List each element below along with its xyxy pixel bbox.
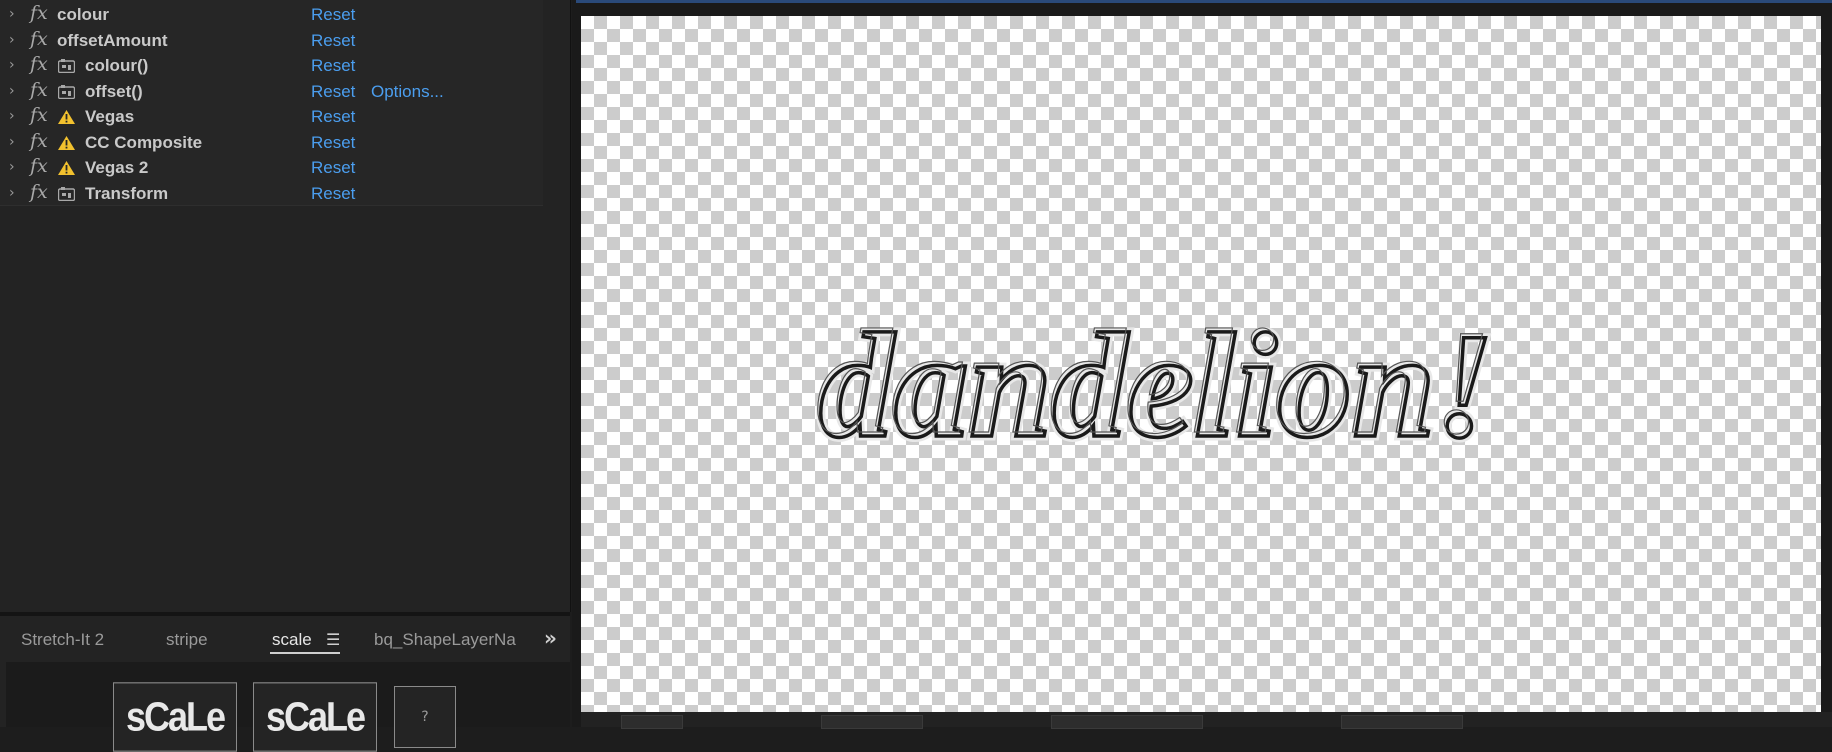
scale-button-1[interactable]: sCaLe: [113, 682, 237, 752]
chevron-right-icon[interactable]: ›: [9, 185, 15, 201]
scale-button-2[interactable]: sCaLe: [253, 682, 377, 752]
chevron-right-icon[interactable]: ›: [9, 108, 15, 124]
effects-list: › fx colour Reset › fx offsetAmount Reset › fx col…: [0, 0, 543, 206]
effect-name: offsetAmount: [57, 30, 168, 50]
chevron-right-icon[interactable]: ›: [9, 83, 15, 99]
canvas-main-text-offset: dandelion!: [816, 299, 1491, 456]
reset-link[interactable]: Reset: [311, 107, 355, 127]
tab-scale[interactable]: scale: [272, 630, 312, 650]
effect-name: colour(): [85, 56, 149, 75]
composition-canvas[interactable]: dandelion! dandelion! dandelion! to case: [581, 16, 1821, 712]
effect-row[interactable]: › fx colour() Reset: [0, 53, 543, 79]
preset-icon: [58, 84, 75, 99]
effect-controls-panel: › fx colour Reset › fx offsetAmount Reset › fx col…: [0, 0, 571, 612]
warning-icon: [58, 161, 75, 175]
menu-icon[interactable]: ☰: [326, 630, 340, 649]
tab-bar: Stretch-It 2 stripe scale ☰ bq_ShapeLaye…: [0, 616, 570, 656]
fx-icon[interactable]: fx: [30, 181, 48, 203]
fx-icon[interactable]: fx: [30, 53, 48, 75]
preset-icon: [58, 186, 75, 201]
tab-stretch-it-2[interactable]: Stretch-It 2: [21, 630, 104, 650]
active-tab-underline: [270, 652, 340, 654]
preset-icon: [58, 59, 75, 73]
fx-icon[interactable]: fx: [30, 28, 48, 50]
chevron-right-icon[interactable]: ›: [9, 6, 15, 22]
effect-row[interactable]: › fx colour Reset: [0, 2, 543, 28]
fx-icon[interactable]: fx: [30, 130, 48, 152]
effect-row[interactable]: › fx offset() Reset Options...: [0, 79, 543, 105]
fx-icon[interactable]: fx: [30, 79, 48, 101]
effect-name: offset(): [85, 81, 143, 101]
reset-link[interactable]: Reset: [311, 56, 355, 76]
tab-bq-shapelayername[interactable]: bq_ShapeLayerNa: [374, 630, 516, 650]
tab-stripe[interactable]: stripe: [166, 630, 208, 650]
reset-link[interactable]: Reset: [311, 184, 355, 204]
effect-name: CC Composite: [85, 132, 203, 152]
effect-row[interactable]: › fx CC Composite Reset: [0, 130, 543, 156]
reset-link[interactable]: Reset: [311, 5, 355, 25]
fx-icon[interactable]: fx: [30, 155, 48, 177]
scale-panel: Stretch-It 2 stripe scale ☰ bq_ShapeLaye…: [0, 616, 570, 752]
effect-row[interactable]: › fx Transform Reset: [0, 181, 543, 207]
effect-name: Vegas: [85, 107, 135, 126]
effect-name: Vegas 2: [85, 158, 149, 177]
chevron-right-icon[interactable]: ›: [9, 159, 15, 175]
reset-link[interactable]: Reset: [311, 82, 355, 102]
chevron-right-icon[interactable]: ›: [9, 57, 15, 73]
reset-link[interactable]: Reset: [311, 158, 355, 178]
fx-icon[interactable]: fx: [30, 2, 48, 24]
effect-name: colour: [57, 5, 109, 24]
warning-icon: [58, 135, 75, 150]
effect-row[interactable]: › fx offsetAmount Reset: [0, 28, 543, 54]
chevron-right-icon[interactable]: ›: [9, 32, 15, 48]
effect-row[interactable]: › fx Vegas 2 Reset: [0, 155, 543, 181]
reset-link[interactable]: Reset: [311, 133, 355, 153]
fx-icon[interactable]: fx: [30, 104, 48, 126]
dandelion-text-layer[interactable]: dandelion! dandelion! dandelion! to case: [809, 296, 1609, 456]
help-button[interactable]: ?: [394, 686, 456, 748]
chevron-right-icon[interactable]: ›: [9, 134, 15, 150]
warning-icon: [58, 110, 75, 124]
reset-link[interactable]: Reset: [311, 31, 355, 51]
options-link[interactable]: Options...: [371, 82, 444, 102]
effect-name: Transform: [85, 183, 169, 203]
viewer-control-bar: [581, 712, 1832, 729]
effects-list-divider: [0, 205, 543, 206]
double-chevron-right-icon[interactable]: »: [544, 626, 557, 650]
scale-button-area: sCaLe sCaLe ?: [6, 662, 570, 752]
viewer-focus-highlight: [576, 0, 1832, 3]
effect-row[interactable]: › fx Vegas Reset: [0, 104, 543, 130]
